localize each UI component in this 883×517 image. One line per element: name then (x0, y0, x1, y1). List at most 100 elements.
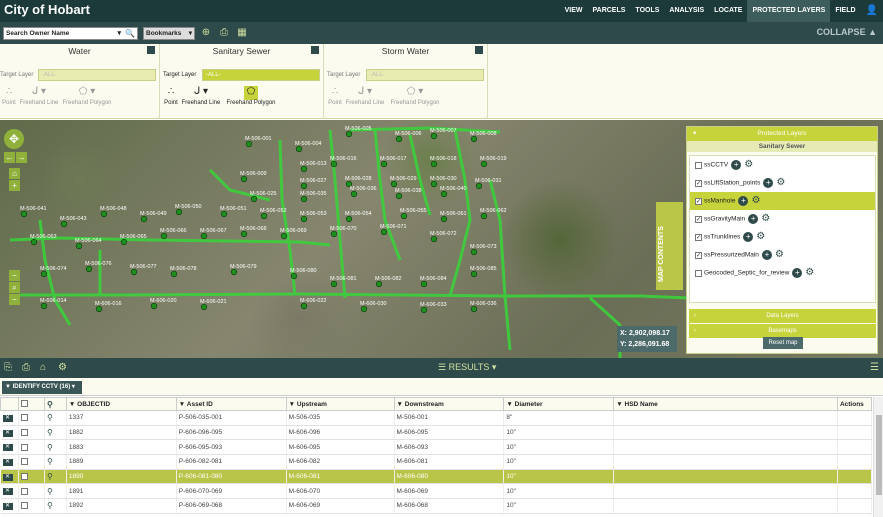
delete-row-icon[interactable]: ✕ (2, 429, 13, 437)
row-checkbox[interactable] (20, 428, 28, 436)
manhole-label[interactable]: M-606-022 (300, 298, 327, 304)
manhole-node[interactable] (380, 160, 388, 168)
manhole-node[interactable] (60, 220, 68, 228)
nav-analysis[interactable]: ANALYSIS (664, 0, 709, 22)
map-contents-tab[interactable]: MAP CONTENTS (656, 202, 683, 290)
manhole-label[interactable]: M-506-062 (480, 208, 507, 214)
layer-checkbox[interactable]: ✓ (695, 179, 702, 187)
manhole-node[interactable] (200, 232, 208, 240)
manhole-node[interactable] (430, 132, 438, 140)
gear-icon[interactable]: ⚙ (744, 156, 753, 174)
row-checkbox[interactable] (20, 472, 28, 480)
manhole-node[interactable] (395, 135, 403, 143)
plus-icon[interactable]: + (763, 178, 774, 188)
manhole-label[interactable]: M-506-074 (40, 266, 67, 272)
manhole-node[interactable] (260, 212, 268, 220)
manhole-node[interactable] (300, 182, 308, 190)
table-row[interactable]: ✕ ⚲ 1890 P-606-081-080 M-606-081 M-606-080 10" (0, 469, 873, 485)
manhole-label[interactable]: M-506-029 (390, 176, 417, 182)
arrow-left-icon[interactable]: ← (4, 152, 15, 163)
layer-checkbox[interactable]: ✓ (695, 233, 702, 241)
manhole-label[interactable]: M-506-052 (260, 208, 287, 214)
manhole-label[interactable]: M-506-085 (470, 266, 497, 272)
manhole-label[interactable]: M-506-048 (100, 206, 127, 212)
col-asset-id[interactable]: ▼ Asset ID (175, 397, 287, 411)
manhole-node[interactable] (395, 192, 403, 200)
nav-tools[interactable]: TOOLS (630, 0, 664, 22)
manhole-node[interactable] (240, 175, 248, 183)
manhole-label[interactable]: M-506-035 (300, 191, 327, 197)
manhole-node[interactable] (330, 280, 338, 288)
manhole-label[interactable]: M-506-069 (280, 228, 307, 234)
layer-item-ssmanhole[interactable]: ✓ ssManhole + ⚙ (690, 192, 875, 210)
manhole-label[interactable]: M-506-036 (350, 186, 377, 192)
target-layer-select[interactable]: -ALL- (202, 69, 320, 81)
zoom-out-icon[interactable]: − (9, 270, 20, 281)
manhole-label[interactable]: M-506-076 (85, 261, 112, 267)
pin-icon[interactable]: ⚲ (47, 472, 53, 481)
manhole-label[interactable]: M-506-068 (240, 226, 267, 232)
layer-checkbox[interactable]: ✓ (695, 197, 702, 205)
manhole-node[interactable] (380, 228, 388, 236)
manhole-node[interactable] (480, 160, 488, 168)
manhole-label[interactable]: M-506-005 (345, 126, 372, 132)
manhole-node[interactable] (430, 160, 438, 168)
nav-field[interactable]: FIELD (830, 0, 860, 22)
results-toggle[interactable]: ☰ RESULTS ▾ (438, 362, 496, 373)
results-scrollbar[interactable] (873, 397, 883, 517)
freehand-polygon-tool[interactable]: ⬠ ▾ Freehand Polygon (60, 86, 114, 106)
manhole-label[interactable]: M-506-061 (440, 211, 467, 217)
freehand-line-tool[interactable]: ᒍ ▾ Freehand Line (344, 86, 386, 106)
table-row[interactable]: ✕ ⚲ 1889 P-606-082-081 M-606-082 M-606-081 10" (0, 454, 873, 470)
manhole-node[interactable] (40, 270, 48, 278)
row-checkbox[interactable] (20, 414, 28, 422)
manhole-node[interactable] (240, 230, 248, 238)
plus-icon[interactable]: + (761, 250, 772, 260)
layer-item-geocoded-septic[interactable]: Geocoded_Septic_for_review + ⚙ (690, 264, 875, 282)
manhole-node[interactable] (30, 238, 38, 246)
col-objectid[interactable]: ▼ OBJECTID (65, 397, 177, 411)
map-view[interactable]: M-506-001 M-506-004 M-506-005 M-506-006 M-50… (0, 120, 883, 358)
col-upstream[interactable]: ▼ Upstream (285, 397, 395, 411)
delete-row-icon[interactable]: ✕ (2, 488, 13, 496)
manhole-node[interactable] (475, 182, 483, 190)
zoom-box-icon[interactable]: ⌕ (9, 282, 20, 293)
manhole-label[interactable]: M-506-050 (175, 204, 202, 210)
data-layers-section[interactable]: › Data Layers (689, 309, 876, 323)
manhole-label[interactable]: M-506-065 (120, 234, 147, 240)
manhole-node[interactable] (40, 302, 48, 310)
manhole-label[interactable]: M-506-038 (395, 188, 422, 194)
manhole-label[interactable]: M-506-078 (170, 266, 197, 272)
flag-icon[interactable] (311, 46, 319, 54)
manhole-node[interactable] (100, 210, 108, 218)
manhole-node[interactable] (470, 270, 478, 278)
manhole-node[interactable] (300, 302, 308, 310)
manhole-node[interactable] (130, 268, 138, 276)
layer-item-sscctv[interactable]: ssCCTV + ⚙ (690, 156, 875, 174)
manhole-label[interactable]: M-506-063 (30, 234, 57, 240)
table-row[interactable]: ✕ ⚲ 1337 P-506-035-001 M-506-035 M-506-001 8" (0, 410, 873, 426)
manhole-node[interactable] (400, 212, 408, 220)
manhole-node[interactable] (440, 215, 448, 223)
flag-icon[interactable] (147, 46, 155, 54)
manhole-node[interactable] (420, 306, 428, 314)
pin-icon[interactable]: ⚲ (47, 487, 53, 496)
layer-checkbox[interactable] (695, 269, 702, 277)
freehand-line-tool[interactable]: ᒍ ▾ Freehand Line (18, 86, 60, 106)
manhole-label[interactable]: M-506-018 (430, 156, 457, 162)
delete-row-icon[interactable]: ✕ (2, 502, 13, 510)
row-checkbox[interactable] (20, 502, 28, 510)
export-icon[interactable]: ▦ (236, 27, 248, 39)
print-icon[interactable]: ⎙ (218, 27, 230, 39)
layer-checkbox[interactable] (695, 161, 702, 169)
manhole-node[interactable] (175, 208, 183, 216)
compass-pan-icon[interactable]: ✥ (4, 129, 24, 149)
gear-icon[interactable]: ⚙ (756, 228, 765, 246)
plus-icon[interactable]: + (792, 268, 803, 278)
manhole-label[interactable]: M-506-080 (290, 268, 317, 274)
manhole-node[interactable] (480, 212, 488, 220)
row-checkbox[interactable] (20, 487, 28, 495)
freehand-line-tool[interactable]: ᒍ ▾ Freehand Line (180, 86, 222, 106)
manhole-label[interactable]: M-506-071 (380, 224, 407, 230)
select-all-header[interactable] (17, 397, 45, 411)
